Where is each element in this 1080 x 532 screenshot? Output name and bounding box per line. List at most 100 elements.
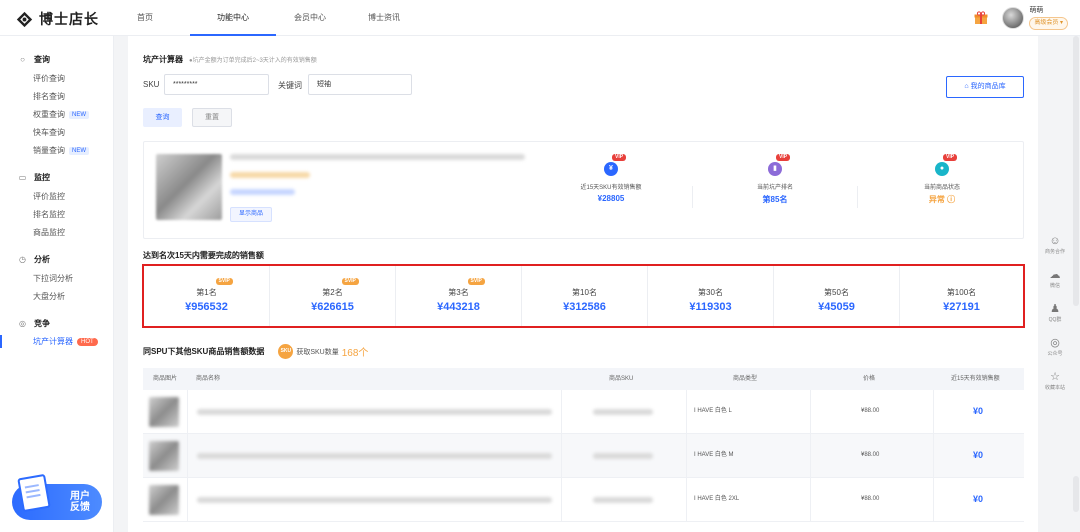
float-label: 微信 <box>1049 283 1060 289</box>
row-type: I HAVE 白色 2XL <box>694 496 740 502</box>
sidebar-item-sales-query[interactable]: 销量查询 NEW <box>33 145 89 156</box>
hot-badge: HOT <box>77 337 98 346</box>
bookmark-item[interactable]: ☆ 收藏本站 <box>1038 366 1072 400</box>
col-name: 商品名称 <box>196 376 221 382</box>
feedback-button[interactable]: 用户 反馈 <box>12 473 102 520</box>
rank-value: ¥956532 <box>185 301 228 313</box>
cell-divider <box>686 478 687 521</box>
float-label: QQ群 <box>1048 317 1062 323</box>
user-info[interactable]: 萌萌 高级会员 ▾ <box>1029 5 1068 30</box>
floating-toolbar: ☺ 商务合作 ☁ 微信 ♟ QQ群 ◎ 公众号 ☆ 收藏本站 <box>1038 230 1072 400</box>
member-level-badge[interactable]: 高级会员 ▾ <box>1029 17 1068 30</box>
rank-value: ¥45059 <box>818 301 855 313</box>
rank-value: ¥119303 <box>689 301 732 313</box>
cell-divider <box>561 434 562 477</box>
my-products-button[interactable]: ⌂ 我的商品库 <box>946 76 1024 98</box>
nav-home[interactable]: 首页 <box>120 0 170 36</box>
target-icon: ◎ <box>19 319 26 328</box>
new-badge: NEW <box>69 110 89 119</box>
qq-icon: ♟ <box>1050 303 1060 315</box>
official-account-icon: ◎ <box>1050 337 1060 349</box>
sku-count-value: 168个 <box>341 348 369 359</box>
spu-header: 同SPU下其他SKU商品销售额数据 SKU 获取SKU数量 168个 <box>143 344 368 359</box>
feedback-label-1: 用户 <box>70 491 90 502</box>
main-nav: 首页 功能中心 会员中心 博士资讯 <box>120 0 414 36</box>
nav-news[interactable]: 博士资讯 <box>354 0 414 36</box>
divider <box>692 186 693 208</box>
status-icon: ● VIP <box>935 154 958 176</box>
row-sku-blurred <box>593 409 653 415</box>
new-badge: NEW <box>69 146 89 155</box>
sidebar-item-label: 快车查询 <box>33 128 65 137</box>
sku-count-label: 获取SKU数量 <box>296 348 339 356</box>
table-row[interactable]: I HAVE 白色 M ¥88.00 ¥0 <box>143 434 1024 478</box>
row-thumbnail <box>149 485 179 515</box>
rank-cell-10: 第10名 ¥312586 <box>522 266 648 326</box>
logo-icon <box>16 11 33 27</box>
keyword-input[interactable]: 短袖 <box>308 74 412 95</box>
row-price: ¥88.00 <box>861 452 880 458</box>
vip-badge: VIP <box>943 154 958 161</box>
show-product-button[interactable]: 显示商品 <box>230 207 272 222</box>
sku-badge-icon: SKU <box>278 344 294 359</box>
col-image: 商品图片 <box>153 376 178 382</box>
rank-label: 第50名 <box>824 288 849 297</box>
scrollbar-thumb[interactable] <box>1073 476 1079 512</box>
sku-input[interactable]: ********* <box>164 74 269 95</box>
nav-member-center[interactable]: 会员中心 <box>280 0 340 36</box>
row-sku-blurred <box>593 453 653 459</box>
sidebar-item-label: 商品监控 <box>33 228 65 237</box>
monitor-icon: ▭ <box>18 173 27 182</box>
official-account-item[interactable]: ◎ 公众号 <box>1038 332 1072 366</box>
rank-label: 第3名 <box>448 288 469 297</box>
row-sales: ¥0 <box>973 406 984 416</box>
col-sku: 商品SKU <box>609 376 634 382</box>
page-header: 坑产计算器 ●坑产金额为订单完成后2~3天计入的有效销售额 <box>143 54 317 65</box>
sidebar-item-label: 销量查询 <box>33 146 65 155</box>
col-price: 价格 <box>863 376 876 382</box>
cell-divider <box>810 390 811 433</box>
wechat-icon: ☁ <box>1049 269 1061 281</box>
svip-badge: SVIP <box>215 278 233 285</box>
sidebar-item-rank-monitor[interactable]: 排名监控 <box>33 209 65 220</box>
sidebar-item-product-monitor[interactable]: 商品监控 <box>33 227 65 238</box>
sidebar-item-rank-query[interactable]: 排名查询 <box>33 91 65 102</box>
sidebar-item-label: 坑产计算器 <box>33 337 73 346</box>
nav-feature-center[interactable]: 功能中心 <box>190 0 276 36</box>
rank-cell-30: 第30名 ¥119303 <box>648 266 774 326</box>
stat-value[interactable]: 异常 ⓘ <box>887 194 997 205</box>
sidebar-item-review-query[interactable]: 评价查询 <box>33 73 65 84</box>
sidebar-item-express-query[interactable]: 快车查询 <box>33 127 65 138</box>
reset-button[interactable]: 重置 <box>192 108 232 127</box>
gift-icon[interactable] <box>974 10 988 25</box>
cell-divider <box>187 434 188 477</box>
qq-group-item[interactable]: ♟ QQ群 <box>1038 298 1072 332</box>
user-area: 萌萌 高级会员 ▾ <box>974 5 1068 30</box>
rank-label: 第1名 <box>196 288 217 297</box>
stat-label: 当前坑产排名 <box>756 185 793 191</box>
wechat-item[interactable]: ☁ 微信 <box>1038 264 1072 298</box>
sidebar-item-pit-calculator[interactable]: 坑产计算器 HOT <box>33 336 98 347</box>
handshake-icon: ☺ <box>1049 235 1061 247</box>
sidebar-group-competition: ◎ 竞争 <box>18 318 50 329</box>
product-card: 显示商品 ¥ VIP 近15天SKU有效销售额 ¥28805 ▮ VIP 当前坑产排… <box>143 141 1024 239</box>
query-button[interactable]: 查询 <box>143 108 182 127</box>
rank-cell-2: SVIP 第2名 ¥626615 <box>270 266 396 326</box>
table-row[interactable]: I HAVE 白色 2XL ¥88.00 ¥0 <box>143 478 1024 522</box>
sidebar-group-label: 竞争 <box>34 319 50 328</box>
sidebar-item-weight-query[interactable]: 权重查询 NEW <box>33 109 89 120</box>
sidebar-item-review-monitor[interactable]: 评价监控 <box>33 191 65 202</box>
product-thumbnail <box>156 154 222 220</box>
sidebar-item-dropdown-analysis[interactable]: 下拉词分析 <box>33 273 73 284</box>
sidebar-item-market-analysis[interactable]: 大盘分析 <box>33 291 65 302</box>
logo[interactable]: 博士店长 <box>16 9 99 29</box>
row-sku-blurred <box>593 497 653 503</box>
table-row[interactable]: I HAVE 白色 L ¥88.00 ¥0 <box>143 390 1024 434</box>
scrollbar-track[interactable] <box>1073 36 1079 306</box>
avatar[interactable] <box>1002 6 1025 29</box>
rank-label: 第10名 <box>572 288 597 297</box>
business-cooperation-item[interactable]: ☺ 商务合作 <box>1038 230 1072 264</box>
row-type: I HAVE 白色 M <box>694 452 734 458</box>
vip-badge: VIP <box>776 154 791 161</box>
sidebar-group-label: 查询 <box>34 55 50 64</box>
